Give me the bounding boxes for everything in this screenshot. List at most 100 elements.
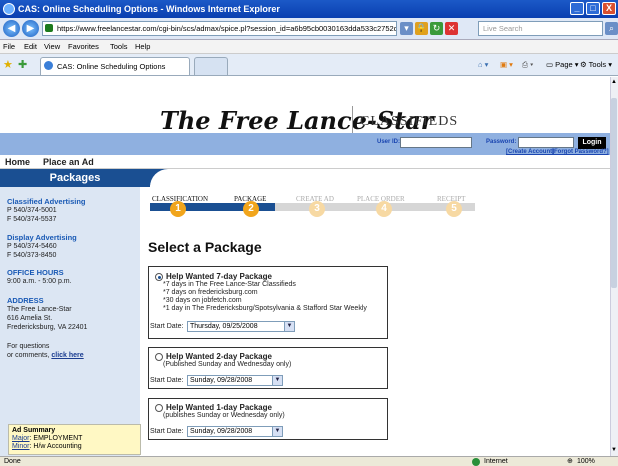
search-input[interactable]: Live Search xyxy=(478,21,603,36)
step-4-icon: 4 xyxy=(376,201,392,217)
chevron-down-icon[interactable]: ▼ xyxy=(272,427,282,436)
package-radio-7day[interactable] xyxy=(155,273,163,281)
click-here-link[interactable]: click here xyxy=(51,352,83,359)
user-id-input[interactable] xyxy=(400,137,472,148)
minor-link[interactable]: Minor xyxy=(12,443,30,450)
page-icon xyxy=(44,61,53,70)
tools-menu-label: Tools xyxy=(588,60,607,69)
step-5-icon: 5 xyxy=(446,201,462,217)
menu-view[interactable]: View xyxy=(44,40,60,54)
address-input[interactable]: https://www.freelancestar.com/cgi-bin/sc… xyxy=(42,21,397,36)
home-icon[interactable]: ⌂ ▾ xyxy=(478,59,488,71)
feeds-icon[interactable]: ▣ ▾ xyxy=(500,59,513,71)
nav-home[interactable]: Home xyxy=(5,157,30,167)
search-icon[interactable]: ⌕ xyxy=(605,22,618,35)
menu-edit[interactable]: Edit xyxy=(24,40,37,54)
close-button[interactable]: X xyxy=(602,2,616,15)
major-link[interactable]: Major xyxy=(12,435,30,442)
chevron-down-icon[interactable]: ▼ xyxy=(272,376,282,385)
menu-tools[interactable]: Tools xyxy=(110,40,128,54)
zoom-level[interactable]: 100% xyxy=(577,457,595,466)
nav-place-ad[interactable]: Place an Ad xyxy=(43,157,94,167)
package-title: Help Wanted 7-day Package xyxy=(166,272,272,281)
page-menu[interactable]: ▭ Page ▾ xyxy=(546,59,579,71)
classified-title: Classified Advertising xyxy=(7,197,86,206)
refresh-icon[interactable]: ↻ xyxy=(430,22,443,35)
maximize-button[interactable]: □ xyxy=(586,2,600,15)
page-title: Select a Package xyxy=(148,239,262,255)
display-fax: F 540/373-8450 xyxy=(7,252,57,259)
login-button[interactable]: Login xyxy=(578,137,606,149)
address-line: 616 Amelia St. xyxy=(7,315,53,322)
scroll-up-icon[interactable]: ▲ xyxy=(611,78,617,86)
menu-file[interactable]: File xyxy=(3,40,15,54)
step-2-icon: 2 xyxy=(243,201,259,217)
status-text: Done xyxy=(4,458,21,465)
ie-logo-icon xyxy=(3,3,15,15)
address-title: ADDRESS xyxy=(7,296,44,305)
questions-text-2: or comments, click here xyxy=(7,351,84,360)
start-date-select[interactable]: Sunday, 09/28/2008 xyxy=(187,375,283,386)
forward-button[interactable]: ▶ xyxy=(22,20,39,37)
start-date-select[interactable]: Thursday, 09/25/2008 xyxy=(187,321,295,332)
package-card-1day[interactable]: Help Wanted 1-day Package (publishes Sun… xyxy=(148,398,388,440)
step-3-icon: 3 xyxy=(309,201,325,217)
page-menu-label: Page xyxy=(555,60,573,69)
password-label: Password: xyxy=(486,139,517,145)
print-icon[interactable]: ⎙ ▾ xyxy=(522,59,533,71)
major-value: : EMPLOYMENT xyxy=(29,435,83,442)
lock-icon[interactable]: 🔒 xyxy=(415,22,428,35)
stop-icon[interactable]: ✕ xyxy=(445,22,458,35)
scrollbar-thumb[interactable] xyxy=(611,98,617,288)
scroll-down-icon[interactable]: ▼ xyxy=(611,446,617,454)
window-title-bar: CAS: Online Scheduling Options - Windows… xyxy=(0,0,618,18)
back-button[interactable]: ◀ xyxy=(3,20,20,37)
start-date-label: Start Date: xyxy=(150,377,184,384)
classified-phone: P 540/374-5001 xyxy=(7,207,57,214)
section-name: CLASSIFIEDS xyxy=(360,114,459,129)
package-detail: *7 days on fredericksburg.com xyxy=(163,289,258,296)
package-detail: (publishes Sunday or Wednesday only) xyxy=(163,412,285,419)
package-title: Help Wanted 1-day Package xyxy=(166,403,272,412)
tools-menu[interactable]: ⚙ Tools ▾ xyxy=(580,59,612,71)
tab-cas-online[interactable]: CAS: Online Scheduling Options xyxy=(40,57,190,75)
progress-arrow-pending xyxy=(275,203,475,211)
package-card-2day[interactable]: Help Wanted 2-day Package (Published Sun… xyxy=(148,347,388,389)
display-title: Display Advertising xyxy=(7,233,77,242)
package-radio-1day[interactable] xyxy=(155,404,163,412)
package-detail: *1 day in The Fredericksburg/Spotsylvani… xyxy=(163,305,367,312)
menu-favorites[interactable]: Favorites xyxy=(68,40,99,54)
package-card-7day[interactable]: Help Wanted 7-day Package *7 days in The… xyxy=(148,266,388,339)
logo-divider xyxy=(352,106,353,136)
display-phone: P 540/374-5460 xyxy=(7,243,57,250)
favorites-star-icon[interactable]: ★ xyxy=(3,58,13,71)
start-date-label: Start Date: xyxy=(150,428,184,435)
package-detail: *7 days in The Free Lance-Star Classifie… xyxy=(163,281,296,288)
zone-label: Internet xyxy=(484,458,508,465)
password-input[interactable] xyxy=(518,137,574,148)
classified-fax: F 540/374-5537 xyxy=(7,216,57,223)
hours-text: 9:00 a.m. - 5:00 p.m. xyxy=(7,278,72,285)
minor-value: : H/w Accounting xyxy=(29,443,82,450)
new-tab[interactable] xyxy=(194,57,228,75)
start-date-label: Start Date: xyxy=(150,323,184,330)
package-title: Help Wanted 2-day Package xyxy=(166,352,272,361)
site-icon xyxy=(45,24,53,32)
zoom-icon[interactable]: ⊕ xyxy=(567,457,573,466)
ad-summary-title: Ad Summary xyxy=(12,427,56,434)
tab-label: CAS: Online Scheduling Options xyxy=(57,62,166,71)
address-line: The Free Lance-Star xyxy=(7,306,72,313)
questions-text: For questions xyxy=(7,343,50,350)
start-date-select[interactable]: Sunday, 09/28/2008 xyxy=(187,426,283,437)
dropdown-icon[interactable]: ▾ xyxy=(400,22,413,35)
package-radio-2day[interactable] xyxy=(155,353,163,361)
add-favorites-icon[interactable]: ✚ xyxy=(18,58,27,71)
minimize-button[interactable]: _ xyxy=(570,2,584,15)
section-heading: Packages xyxy=(0,169,150,187)
chevron-down-icon[interactable]: ▼ xyxy=(284,322,294,331)
package-detail: (Published Sunday and Wednesday only) xyxy=(163,361,292,368)
status-bar: Done Internet ⊕ 100% xyxy=(0,456,618,466)
globe-icon xyxy=(472,458,480,466)
package-detail: *30 days on jobfetch.com xyxy=(163,297,242,304)
menu-help[interactable]: Help xyxy=(135,40,150,54)
